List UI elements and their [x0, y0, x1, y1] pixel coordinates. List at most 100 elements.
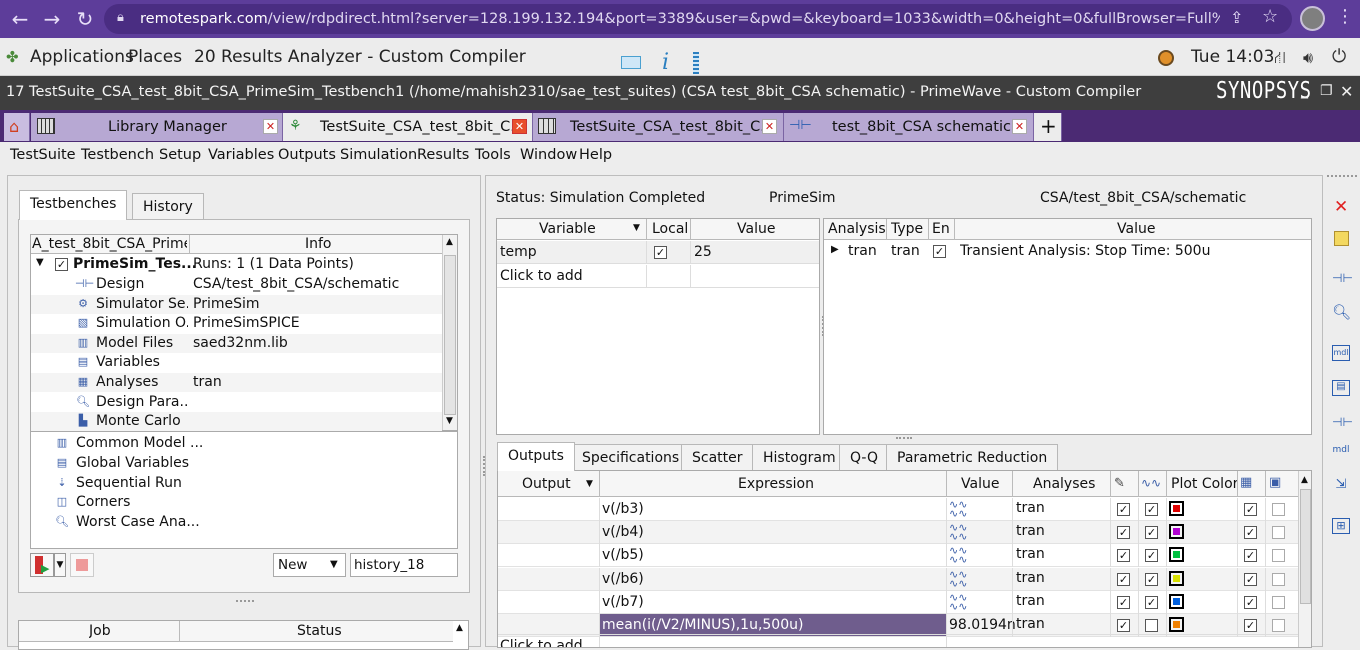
col-plot-color[interactable]: Plot Color [1171, 476, 1238, 492]
applications-menu[interactable]: Applications [30, 47, 134, 67]
tree-item[interactable]: ▦ Analyses tran [31, 373, 442, 392]
tab-outputs[interactable]: Outputs [497, 442, 575, 471]
menu-help[interactable]: Help [579, 147, 612, 163]
save-checkbox[interactable]: ✓ [1117, 572, 1130, 586]
keyboard-icon[interactable] [621, 56, 641, 69]
tree-item[interactable]: ▙ Monte Carlo [31, 412, 442, 432]
col-analysis-value[interactable]: Value [1117, 221, 1155, 237]
stop-button[interactable] [70, 553, 94, 577]
home-tab[interactable]: ⌂ [4, 113, 30, 141]
save-checkbox[interactable]: ✓ [1117, 595, 1130, 609]
run-button[interactable]: ▶ [30, 553, 54, 577]
output-expression[interactable]: v(/b6) [600, 568, 946, 590]
info-icon[interactable]: i [662, 50, 669, 75]
tab-qq[interactable]: Q-Q [839, 444, 889, 471]
splitter-handle[interactable] [896, 437, 912, 439]
new-tab-button[interactable]: + [1034, 113, 1062, 141]
run-mode-select[interactable]: New ▼ [273, 553, 346, 577]
maximize-icon[interactable]: ❐ [1320, 83, 1333, 99]
col-output[interactable]: Output [522, 476, 571, 492]
splitter-handle[interactable] [483, 456, 486, 476]
network-icon[interactable]: ⛙ [1274, 48, 1286, 70]
export-checkbox[interactable] [1272, 503, 1285, 516]
plot-color-swatch[interactable] [1169, 617, 1184, 632]
places-menu[interactable]: Places [128, 47, 182, 67]
waveform-icon[interactable]: ∿∿ ∿∿ [949, 522, 967, 542]
variable-value[interactable]: 25 [694, 244, 712, 260]
tab-scatter[interactable]: Scatter [681, 444, 754, 471]
col-name-header[interactable]: A_test_8bit_CSA_PrimeSim [32, 236, 187, 252]
close-pane-icon[interactable]: ✕ [1334, 197, 1348, 217]
volume-icon[interactable]: 🔊︎ [1303, 48, 1313, 68]
col-variable[interactable]: Variable [539, 221, 596, 237]
output-expression[interactable]: v(/b5) [600, 544, 946, 566]
tree-root-row[interactable]: ▼ ✓ PrimeSim_Tes... Runs: 1 (1 Data Poin… [31, 255, 442, 274]
output-row[interactable]: v(/b7) ∿∿ ∿∿ tran ✓ ✓ ✓ [498, 590, 1298, 614]
plot-color-swatch[interactable] [1169, 570, 1184, 586]
setup-item[interactable]: ⇣ Sequential Run [31, 474, 457, 493]
close-tab-icon[interactable]: ✕ [512, 119, 527, 134]
scroll-thumb[interactable] [1300, 489, 1311, 604]
tab-testsuite-2[interactable]: TestSuite_CSA_test_8bit_C... ✕ [533, 113, 784, 141]
waveform-icon[interactable]: ∿∿ ∿∿ [949, 592, 967, 612]
filter-dropdown-icon[interactable]: ▼ [586, 479, 593, 489]
col-value[interactable]: Value [737, 221, 775, 237]
share-icon[interactable]: ⇪ [1230, 8, 1243, 27]
root-checkbox[interactable]: ✓ [55, 258, 68, 271]
outputs-scrollbar[interactable]: ▲ [1298, 471, 1311, 647]
menu-outputs[interactable]: Outputs [278, 147, 336, 163]
more-menu-icon[interactable]: ⋮ [1336, 6, 1354, 27]
history-name-input[interactable]: history_18 [350, 553, 458, 577]
export-column-icon[interactable]: ▣ [1269, 475, 1281, 490]
variable-name[interactable]: temp [500, 244, 537, 260]
tree-item[interactable]: ▥ Model Files saed32nm.lib [31, 333, 442, 353]
local-checkbox[interactable]: ✓ [654, 246, 667, 259]
simulator-icon[interactable]: ⊣⊢ [1332, 415, 1353, 431]
scroll-up-icon[interactable]: ▲ [446, 237, 453, 247]
tree-item[interactable]: 🔍︎ Design Para... [31, 392, 442, 412]
note-icon[interactable] [1334, 231, 1349, 246]
tree-item[interactable]: ▧ Simulation O... PrimeSimSPICE [31, 314, 442, 334]
menu-testbench[interactable]: Testbench [81, 147, 154, 163]
scroll-up-icon[interactable]: ▲ [1301, 475, 1308, 485]
run-options-dropdown[interactable]: ▼ [54, 553, 66, 577]
setup-item[interactable]: 🔍︎ Worst Case Ana... [31, 513, 457, 532]
variable-add-row[interactable]: Click to add [497, 265, 819, 288]
tab-history[interactable]: History [132, 193, 204, 220]
col-analysis[interactable]: Analysis [828, 221, 886, 237]
plot-checkbox[interactable]: ✓ [1145, 526, 1158, 540]
close-tab-icon[interactable]: ✕ [263, 119, 278, 134]
plot-checkbox[interactable] [1145, 619, 1158, 632]
save-checkbox[interactable]: ✓ [1117, 619, 1130, 632]
waveform-column-icon[interactable]: ▦ [1240, 475, 1252, 490]
waveform-checkbox[interactable]: ✓ [1244, 572, 1257, 586]
waveform-checkbox[interactable]: ✓ [1244, 619, 1257, 632]
power-icon[interactable]: ⏻ [1332, 46, 1346, 67]
grid-icon[interactable]: ⊞ [1332, 518, 1350, 534]
tab-schematic[interactable]: ⊣⊢ test_8bit_CSA schematic ✕ [784, 113, 1034, 141]
plot-checkbox[interactable]: ✓ [1145, 572, 1158, 586]
export-checkbox[interactable] [1272, 619, 1285, 632]
output-row[interactable]: v(/b3) ∿∿ ∿∿ tran ✓ ✓ ✓ [498, 498, 1298, 521]
export-icon[interactable]: ⇲ [1332, 477, 1350, 493]
menu-simulation[interactable]: Simulation [340, 147, 417, 163]
clock[interactable]: Tue 14:03 [1191, 47, 1274, 67]
export-checkbox[interactable] [1272, 526, 1285, 540]
waveform-checkbox[interactable]: ✓ [1244, 526, 1257, 540]
tab-histogram[interactable]: Histogram [752, 444, 847, 471]
col-status[interactable]: Status [297, 623, 342, 639]
waveform-icon[interactable]: ∿∿ ∿∿ [949, 569, 967, 589]
tab-parametric-reduction[interactable]: Parametric Reduction [886, 444, 1059, 471]
plot-color-swatch[interactable] [1169, 547, 1184, 563]
output-row[interactable]: v(/b6) ∿∿ ∿∿ tran ✓ ✓ ✓ [498, 567, 1298, 591]
model-files-icon[interactable]: mdl [1332, 445, 1350, 461]
bookmark-star-icon[interactable]: ☆ [1262, 6, 1278, 27]
col-en[interactable]: En [932, 221, 950, 237]
active-window-title[interactable]: 20 Results Analyzer - Custom Compiler [194, 47, 526, 67]
setup-item[interactable]: ▤ Global Variables [31, 454, 457, 473]
tree-item[interactable]: ▤ Variables [31, 353, 442, 373]
save-column-icon[interactable]: ✎ [1114, 476, 1125, 491]
tab-specifications[interactable]: Specifications [571, 444, 691, 471]
minimize-icon[interactable]: _ [1301, 83, 1308, 99]
click-to-add[interactable]: Click to add [500, 268, 583, 284]
